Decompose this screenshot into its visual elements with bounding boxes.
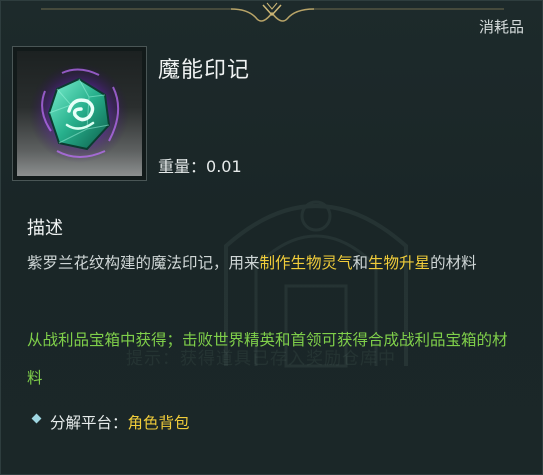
description-heading: 描述 (27, 218, 63, 239)
weight-label: 重量： (158, 157, 207, 176)
item-category-label: 消耗品 (478, 18, 524, 36)
item-name: 魔能印记 (158, 58, 251, 83)
item-tooltip: 提示：获得道具已存入奖励仓库中 消耗品 魔能印记 重量：0.01 描述 紫罗兰花… (0, 0, 543, 475)
description-text-part: 和 (352, 254, 369, 272)
description-text-part: 的材料 (430, 254, 477, 272)
description-text: 紫罗兰花纹构建的魔法印记，用来制作生物灵气和生物升星的材料 (27, 241, 517, 285)
item-icon-frame (12, 46, 147, 181)
salvage-platform-row: 分解平台： 角色背包 (31, 411, 190, 433)
purple-green-rune-gem-icon (29, 63, 129, 163)
description-text-part: 紫罗兰花纹构建的魔法印记，用来 (27, 254, 260, 272)
description-highlight-starup: 生物升星 (368, 254, 431, 272)
diamond-bullet-icon (31, 413, 42, 423)
description-highlight-aura: 制作生物灵气 (259, 254, 353, 272)
item-source-text: 从战利品宝箱中获得；击败世界精英和首领可获得合成战利品宝箱的材料 (27, 331, 508, 387)
salvage-label: 分解平台： (50, 414, 128, 432)
salvage-value: 角色背包 (127, 414, 190, 432)
gold-filigree-ornament-icon (41, 2, 504, 22)
weight-value: 0.01 (206, 157, 242, 176)
item-weight: 重量：0.01 (158, 153, 242, 177)
item-icon-background (17, 51, 142, 176)
